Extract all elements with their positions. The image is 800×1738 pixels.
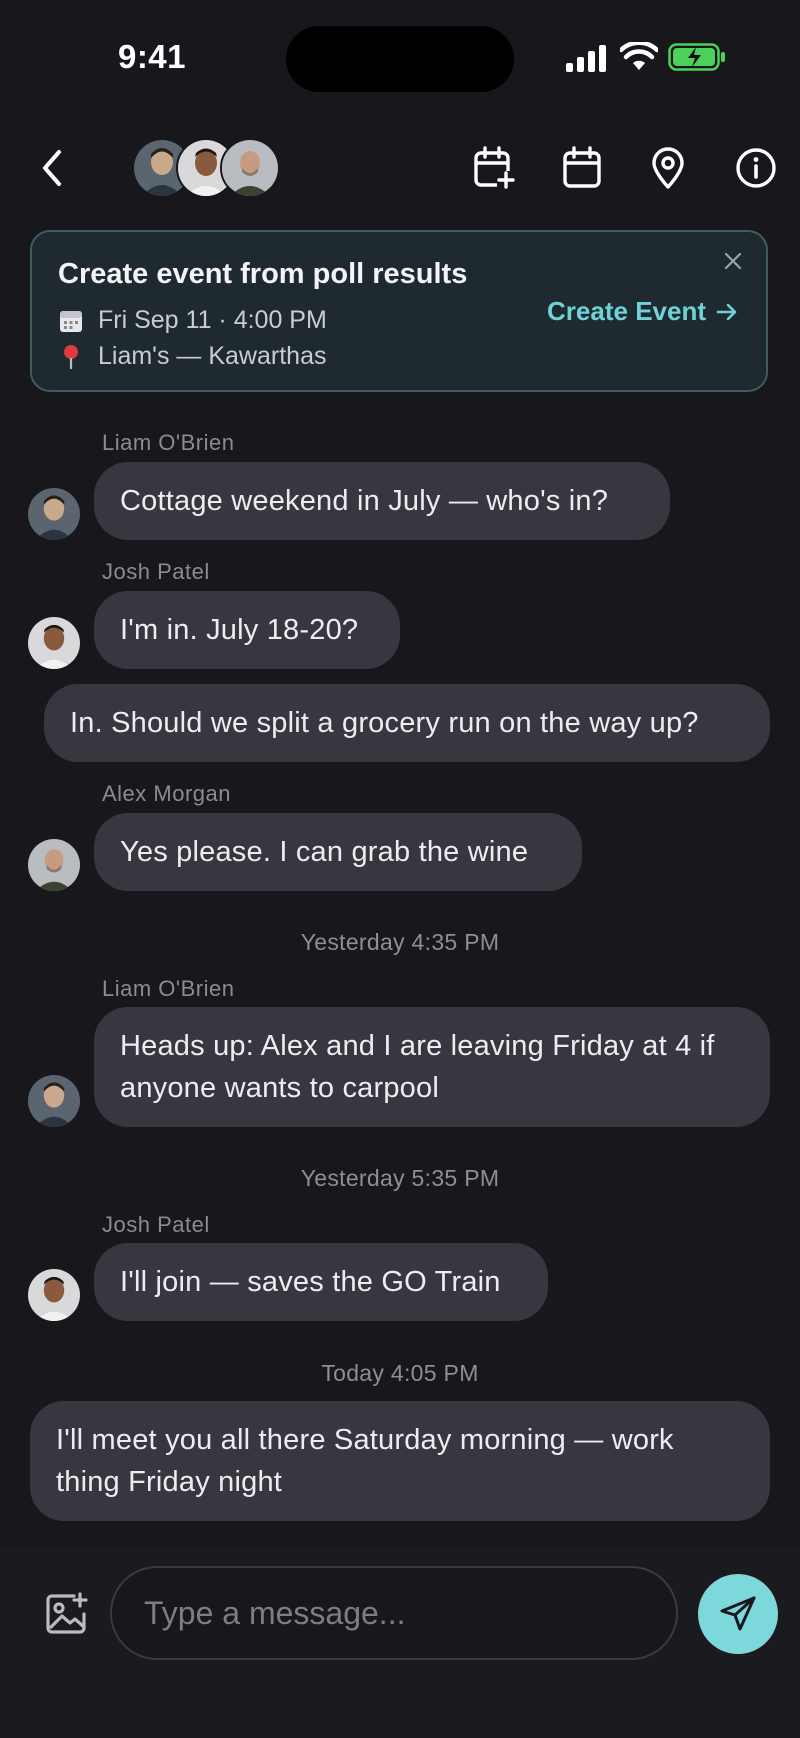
message-bubble[interactable]: Cottage weekend in July — who's in? [94,462,670,540]
info-icon [736,148,776,188]
own-message-bubble[interactable]: In. Should we split a grocery run on the… [44,684,770,762]
cellular-signal-icon [566,44,608,72]
message-sender: Liam O'Brien [102,976,235,1001]
banner-location: Liam's — Kawarthas [98,342,327,370]
calendar-button[interactable] [558,144,606,192]
create-event-label: Create Event [547,296,706,326]
banner-title: Create event from poll results [58,258,468,290]
avatar-liam[interactable] [28,1075,80,1127]
message-bubble[interactable]: Yes please. I can grab the wine [94,813,582,891]
banner-date: Fri Sep 11 · 4:00 PM [98,306,327,334]
banner-close-button[interactable] [718,246,748,276]
timestamp-divider: Yesterday 5:35 PM [300,1165,500,1191]
message-bubble[interactable]: I'm in. July 18-20? [94,591,400,669]
avatar-josh[interactable] [28,617,80,669]
message-sender: Liam O'Brien [102,430,235,455]
add-to-calendar-button[interactable] [470,144,518,192]
send-icon [720,1596,756,1631]
message-sender: Josh Patel [102,1212,210,1237]
avatar-alex [220,138,280,198]
create-event-button[interactable]: Create Event [547,296,738,327]
calendar-add-icon [474,146,515,189]
calendar-icon [563,146,601,188]
calendar-emoji-icon [58,308,84,334]
message-bubble[interactable]: Heads up: Alex and I are leaving Friday … [94,1007,770,1127]
group-avatars[interactable] [132,138,282,198]
location-pin-icon [652,147,684,189]
avatar-alex[interactable] [28,839,80,891]
wifi-icon [618,40,660,72]
avatar-liam[interactable] [28,488,80,540]
banner-date-row: Fri Sep 11 · 4:00 PM [58,306,327,335]
message-sender: Josh Patel [102,559,210,584]
poll-event-banner: Create event from poll results Fri Sep 1… [30,230,768,392]
back-button[interactable] [30,140,74,196]
timestamp-divider: Today 4:05 PM [321,1360,479,1386]
location-button[interactable] [644,144,692,192]
avatar-josh[interactable] [28,1269,80,1321]
message-input[interactable] [110,1566,678,1660]
dynamic-island [286,26,514,92]
chevron-left-icon [43,150,61,186]
status-time: 9:41 [117,38,187,75]
close-icon [724,252,742,270]
info-button[interactable] [732,144,780,192]
message-sender: Alex Morgan [102,781,232,806]
image-add-icon [46,1592,88,1634]
pushpin-emoji-icon [58,344,84,370]
banner-location-row: Liam's — Kawarthas [58,342,326,371]
timestamp-divider: Yesterday 4:35 PM [300,929,500,955]
battery-charging-icon [668,43,726,71]
send-button[interactable] [698,1574,778,1654]
message-bubble[interactable]: I'll join — saves the GO Train [94,1243,548,1321]
attach-image-button[interactable] [40,1588,92,1640]
own-message-bubble[interactable]: I'll meet you all there Saturday morning… [30,1401,770,1521]
arrow-right-icon [716,303,737,320]
